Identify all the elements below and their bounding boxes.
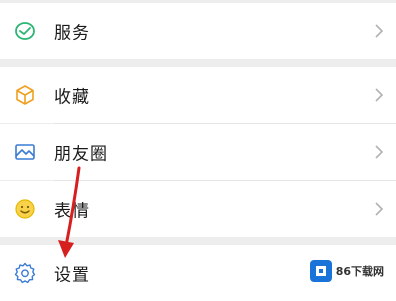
- annotation-arrow-icon: [58, 166, 81, 258]
- watermark-text: 86下载网: [335, 265, 384, 278]
- watermark-logo: 86下载网: [307, 258, 388, 284]
- watermark-logo-icon: [309, 260, 332, 282]
